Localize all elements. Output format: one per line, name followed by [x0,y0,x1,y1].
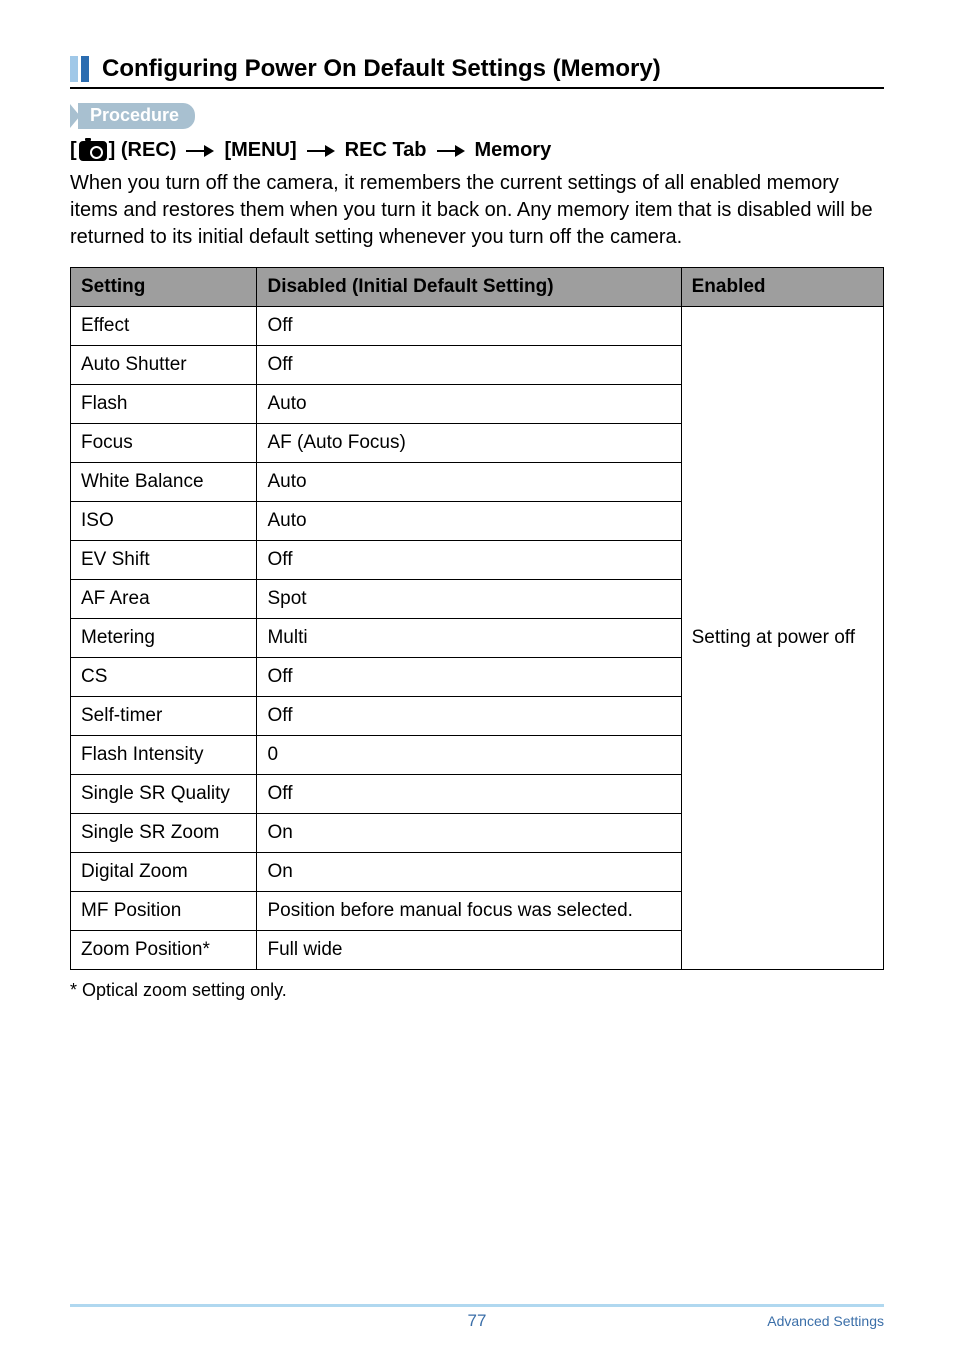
arrow-right-icon [307,145,335,157]
cell-disabled: Off [257,307,681,346]
cell-setting: Single SR Zoom [71,814,257,853]
cell-disabled: AF (Auto Focus) [257,424,681,463]
description-text: When you turn off the camera, it remembe… [70,170,884,251]
cell-setting: EV Shift [71,541,257,580]
cell-setting: Metering [71,619,257,658]
breadcrumb-rectab: REC Tab [345,139,427,162]
camera-icon [79,141,107,161]
footer-section-label: Advanced Settings [767,1313,884,1329]
breadcrumb-bracket-open: [ [70,139,77,162]
cell-setting: Flash [71,385,257,424]
arrow-right-icon [437,145,465,157]
cell-disabled: On [257,814,681,853]
cell-disabled: On [257,853,681,892]
cell-setting: CS [71,658,257,697]
table-row: EffectOffSetting at power off [71,307,884,346]
cell-setting: Single SR Quality [71,775,257,814]
cell-setting: Digital Zoom [71,853,257,892]
cell-disabled: 0 [257,736,681,775]
cell-setting: Zoom Position* [71,931,257,970]
th-disabled: Disabled (Initial Default Setting) [257,268,681,307]
cell-disabled: Off [257,658,681,697]
section-title: Configuring Power On Default Settings (M… [102,55,661,83]
cell-disabled: Multi [257,619,681,658]
page-footer: 77 Advanced Settings [0,1304,954,1329]
table-header-row: Setting Disabled (Initial Default Settin… [71,268,884,307]
footnote: * Optical zoom setting only. [70,980,884,1001]
cell-disabled: Auto [257,385,681,424]
cell-disabled: Off [257,697,681,736]
cell-disabled: Full wide [257,931,681,970]
cell-setting: Auto Shutter [71,346,257,385]
cell-disabled: Auto [257,463,681,502]
cell-enabled: Setting at power off [681,307,883,970]
cell-setting: AF Area [71,580,257,619]
footer-rule [70,1304,884,1307]
cell-setting: MF Position [71,892,257,931]
cell-setting: Focus [71,424,257,463]
arrow-right-icon [186,145,214,157]
th-enabled: Enabled [681,268,883,307]
cell-setting: Effect [71,307,257,346]
cell-disabled: Auto [257,502,681,541]
cell-setting: ISO [71,502,257,541]
breadcrumb: [ ] (REC) [MENU] REC Tab Memory [70,139,884,162]
cell-disabled: Position before manual focus was selecte… [257,892,681,931]
breadcrumb-memory: Memory [475,139,552,162]
procedure-heading: Procedure [70,103,884,129]
cell-disabled: Off [257,346,681,385]
cell-disabled: Spot [257,580,681,619]
page-number: 77 [468,1311,487,1331]
cell-setting: Flash Intensity [71,736,257,775]
cell-disabled: Off [257,775,681,814]
th-setting: Setting [71,268,257,307]
cell-disabled: Off [257,541,681,580]
breadcrumb-rec: ] (REC) [109,139,177,162]
section-marker-icon [70,56,92,82]
section-header: Configuring Power On Default Settings (M… [70,55,884,89]
settings-table: Setting Disabled (Initial Default Settin… [70,267,884,970]
procedure-label: Procedure [78,103,195,129]
cell-setting: Self-timer [71,697,257,736]
breadcrumb-menu: [MENU] [224,139,296,162]
cell-setting: White Balance [71,463,257,502]
